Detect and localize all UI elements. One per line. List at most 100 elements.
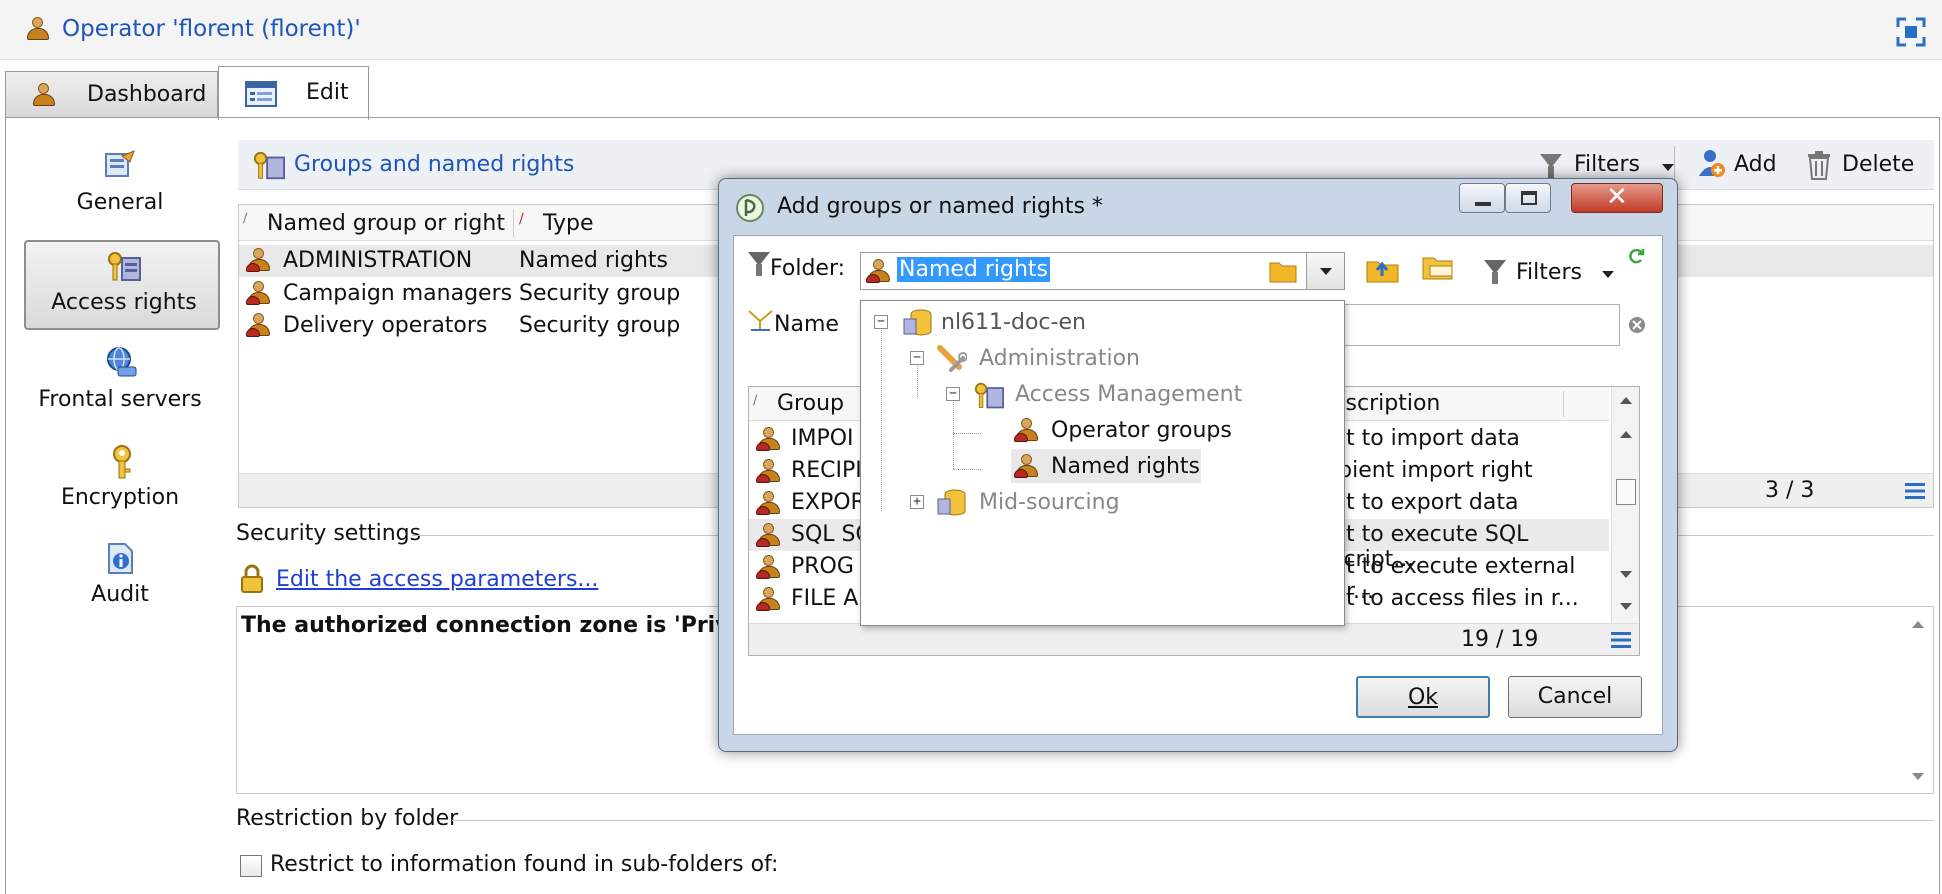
tree-connector — [953, 469, 981, 470]
row-type: Named rights — [519, 248, 669, 273]
column-header-type[interactable]: Type — [543, 211, 594, 236]
row-name: Campaign managers — [283, 281, 513, 306]
tree-node-label: Administration — [979, 346, 1140, 371]
add-icon — [1699, 150, 1725, 177]
row-type: Security group — [519, 281, 681, 306]
sort-indicator-type: ∕ — [519, 211, 524, 227]
named-rights-icon — [755, 458, 781, 484]
row-group: SQL SC — [791, 522, 871, 547]
tree-node[interactable]: + Mid-sourcing — [861, 485, 1344, 519]
sidebar-item-audit[interactable]: Audit — [20, 538, 220, 628]
operator-groups-icon — [1013, 417, 1039, 443]
folder-up-icon[interactable] — [1366, 254, 1400, 284]
title-bar: Operator 'florent (florent)' — [0, 0, 1942, 60]
chevron-down-icon — [1662, 164, 1674, 171]
name-filter-icon — [748, 310, 773, 331]
dialog-filter-icon — [1484, 260, 1506, 284]
dialog-table-scrollbar[interactable] — [1611, 387, 1639, 623]
sidebar-item-general-label: General — [76, 190, 164, 215]
sidebar-item-encryption[interactable]: Encryption — [20, 440, 220, 530]
zone-text: The authorized connection zone is 'Priva… — [241, 613, 770, 638]
tree-node[interactable]: − Administration — [861, 341, 1344, 375]
folder-value: Named rights — [897, 257, 1051, 282]
folder-open-icon[interactable] — [1422, 252, 1456, 282]
named-rights-icon — [755, 554, 781, 580]
row-name: Delivery operators — [283, 313, 488, 338]
add-button[interactable]: Add — [1696, 148, 1806, 182]
restore-button[interactable] — [1505, 183, 1551, 213]
sidebar-item-access-rights[interactable]: Access rights — [24, 240, 220, 330]
dashboard-icon — [30, 82, 56, 108]
scroll-up-icon — [1912, 621, 1924, 628]
sidebar: General Access rights Frontal servers En… — [20, 140, 220, 620]
collapse-icon[interactable]: − — [874, 315, 888, 329]
collapse-icon[interactable]: − — [946, 387, 960, 401]
scroll-down-icon — [1912, 773, 1924, 780]
administration-tools-icon — [937, 345, 967, 372]
row-name: ADMINISTRATION — [283, 248, 473, 273]
zone-scrollbar[interactable] — [1903, 607, 1933, 793]
filters-button[interactable]: Filters — [1538, 148, 1708, 182]
dialog-count: 19 / 19 — [1461, 627, 1539, 652]
folder-combo[interactable]: Named rights — [860, 252, 1345, 290]
restrict-checkbox[interactable] — [240, 855, 262, 877]
edit-access-parameters-link[interactable]: Edit the access parameters... — [276, 567, 598, 592]
row-description: nt to import data — [1332, 426, 1520, 451]
named-rights-icon — [755, 522, 781, 548]
tree-node-label: nl611-doc-en — [941, 310, 1086, 335]
filters-label: Filters — [1574, 152, 1640, 177]
tab-dashboard[interactable]: Dashboard — [5, 71, 218, 118]
security-group-icon — [245, 312, 271, 338]
cancel-button[interactable]: Cancel — [1508, 676, 1642, 718]
mid-sourcing-db-icon — [937, 489, 966, 516]
name-input[interactable] — [1334, 304, 1620, 346]
list-menu-icon[interactable] — [1905, 482, 1925, 500]
collapse-icon[interactable]: − — [910, 351, 924, 365]
delete-button[interactable]: Delete — [1806, 148, 1934, 182]
tab-edit[interactable]: Edit — [218, 66, 369, 120]
maximize-icon[interactable] — [1896, 17, 1926, 47]
list-menu-icon[interactable] — [1611, 631, 1631, 649]
scroll-thumb[interactable] — [1616, 479, 1636, 505]
sidebar-item-frontal-servers-label: Frontal servers — [38, 387, 202, 412]
tree-node[interactable]: − nl611-doc-en — [861, 305, 1344, 339]
sidebar-item-encryption-label: Encryption — [60, 485, 180, 510]
tree-node-label: Mid-sourcing — [979, 490, 1120, 515]
expand-icon[interactable]: + — [910, 495, 924, 509]
ok-button[interactable]: Ok — [1356, 676, 1490, 718]
column-header-description[interactable]: escription — [1332, 391, 1440, 416]
named-rights-icon — [755, 490, 781, 516]
close-button[interactable]: ✕ — [1571, 182, 1663, 213]
folder-browse-icon[interactable] — [1269, 259, 1297, 283]
tree-node[interactable]: Operator groups — [861, 413, 1344, 447]
column-header-group[interactable]: Group — [777, 391, 844, 416]
minimize-button[interactable] — [1459, 183, 1505, 213]
dialog-app-icon — [736, 194, 764, 222]
chevron-down-icon — [1320, 268, 1332, 275]
sidebar-item-access-rights-label: Access rights — [51, 290, 197, 315]
row-group: IMPOI — [791, 426, 854, 451]
scroll-up-icon — [1620, 431, 1632, 438]
sort-indicator: ∕ — [753, 393, 758, 408]
folder-dropdown-button[interactable] — [1306, 253, 1344, 289]
named-rights-icon — [865, 258, 891, 284]
restriction-divider — [452, 820, 1934, 821]
sidebar-item-general[interactable]: General — [20, 140, 220, 230]
restriction-label: Restriction by folder — [236, 806, 459, 831]
name-label: Name — [774, 312, 839, 337]
row-group: FILE A — [791, 586, 859, 611]
tree-node-selected[interactable]: Named rights — [1011, 449, 1201, 483]
tree-node[interactable]: − Access Management — [861, 377, 1344, 411]
ok-label: Ok — [1407, 685, 1439, 710]
groups-panel-title: Groups and named rights — [294, 152, 575, 177]
chevron-down-icon[interactable] — [1602, 271, 1614, 278]
database-icon — [903, 309, 932, 336]
dialog-filters-label[interactable]: Filters — [1516, 260, 1582, 285]
row-description: nt to export data — [1332, 490, 1519, 515]
sidebar-item-audit-label: Audit — [91, 582, 149, 607]
clear-icon[interactable] — [1628, 316, 1646, 334]
general-settings-icon — [105, 150, 135, 177]
sidebar-item-frontal-servers[interactable]: Frontal servers — [20, 340, 220, 430]
refresh-icon[interactable] — [1626, 246, 1646, 266]
column-header-name[interactable]: Named group or right — [267, 211, 505, 236]
